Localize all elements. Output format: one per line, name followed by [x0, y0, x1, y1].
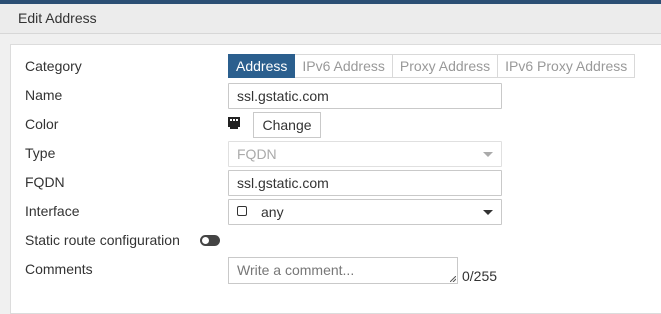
comment-char-count: 0/255 [462, 268, 498, 284]
tab-ipv6-proxy-address[interactable]: IPv6 Proxy Address [498, 54, 636, 78]
tab-address[interactable]: Address [228, 54, 296, 78]
category-tabs: Address IPv6 Address Proxy Address IPv6 … [228, 54, 636, 78]
chevron-down-icon [483, 210, 493, 215]
toggle-knob [202, 237, 209, 244]
color-swatch-icon [228, 117, 240, 129]
static-route-label: Static route configuration [25, 232, 180, 248]
interface-label: Interface [25, 203, 80, 219]
comments-label: Comments [25, 261, 93, 277]
change-color-button[interactable]: Change [253, 112, 321, 138]
interface-square-icon [237, 206, 247, 216]
page-title: Edit Address [18, 10, 97, 26]
fqdn-input[interactable]: ssl.gstatic.com [228, 170, 502, 196]
interface-select-value: any [261, 204, 284, 220]
comments-placeholder: Write a comment... [237, 262, 355, 278]
name-input[interactable]: ssl.gstatic.com [228, 83, 502, 109]
fqdn-label: FQDN [25, 174, 65, 190]
interface-select[interactable]: any [228, 199, 502, 225]
name-label: Name [25, 87, 63, 103]
type-label: Type [25, 145, 56, 161]
static-route-toggle[interactable] [200, 235, 220, 246]
type-select: FQDN [228, 141, 502, 167]
comments-textarea[interactable]: Write a comment... [228, 257, 458, 284]
dialog-header: Edit Address [0, 4, 661, 34]
resize-handle-icon[interactable] [450, 276, 456, 282]
tab-proxy-address[interactable]: Proxy Address [392, 54, 499, 78]
tab-ipv6-address[interactable]: IPv6 Address [295, 54, 393, 78]
category-label: Category [25, 58, 82, 74]
type-select-value: FQDN [237, 146, 277, 162]
chevron-down-icon [483, 152, 493, 157]
color-label: Color [25, 116, 59, 132]
